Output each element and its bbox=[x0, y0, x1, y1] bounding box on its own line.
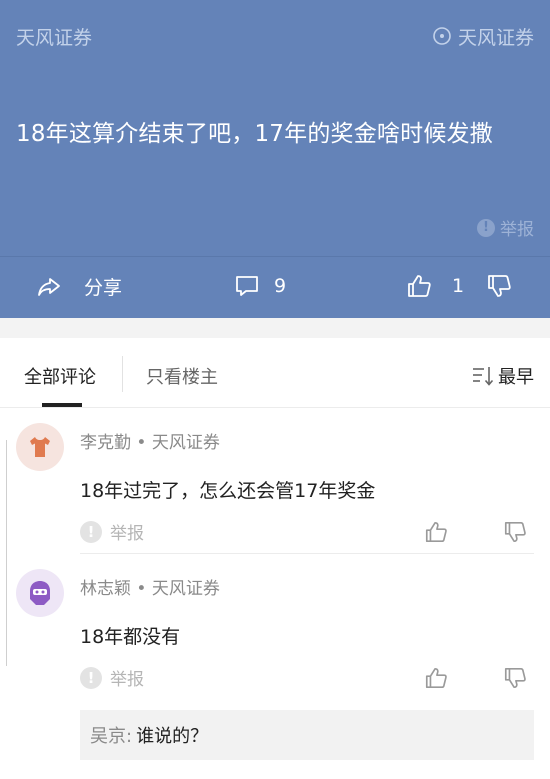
company-tag-label: 天风证券 bbox=[457, 26, 534, 49]
active-tab-indicator bbox=[42, 403, 82, 407]
tshirt-icon bbox=[30, 437, 50, 457]
like-count: 1 bbox=[452, 275, 465, 297]
ninja-avatar-icon bbox=[30, 581, 50, 605]
share-button[interactable]: 分享 bbox=[36, 273, 122, 300]
comment-text: 18年过完了，怎么还会管17年奖金 bbox=[80, 480, 376, 502]
sort-label: 最早 bbox=[498, 367, 534, 388]
sort-icon bbox=[473, 367, 494, 386]
comment-tabs: 全部评论 只看楼主 最早 bbox=[0, 338, 550, 408]
comment-author[interactable]: 李克勤 • 天风证券 bbox=[80, 428, 220, 453]
post-report-label: 举报 bbox=[500, 220, 534, 240]
comment-report-label: 举报 bbox=[110, 524, 144, 544]
thumbs-up-icon[interactable] bbox=[424, 666, 448, 690]
section-gap bbox=[0, 318, 550, 338]
thumbs-down-icon[interactable] bbox=[503, 666, 527, 690]
reply-box[interactable]: 吴京: 谁说的？ bbox=[80, 710, 534, 760]
exclamation-icon: ! bbox=[477, 218, 495, 237]
exclamation-icon: ! bbox=[80, 520, 102, 543]
thumbs-down-icon[interactable] bbox=[486, 273, 512, 299]
reply-author[interactable]: 吴京: bbox=[90, 722, 132, 748]
comment-count: 9 bbox=[274, 275, 287, 297]
post-action-bar: 分享 9 1 bbox=[0, 256, 550, 318]
post-report-button[interactable]: ! 举报 bbox=[477, 215, 534, 240]
comment-report-button[interactable]: ! 举报 bbox=[80, 519, 144, 544]
thumbs-up-icon[interactable] bbox=[406, 273, 432, 299]
post-header: 天风证券 天风证券 bbox=[16, 22, 534, 50]
share-label: 分享 bbox=[84, 277, 123, 299]
avatar[interactable] bbox=[16, 569, 64, 617]
thumbs-down-icon[interactable] bbox=[503, 520, 527, 544]
comment-divider bbox=[80, 553, 534, 554]
scroll-indicator bbox=[6, 440, 7, 666]
tab-divider bbox=[122, 356, 123, 392]
exclamation-icon: ! bbox=[80, 666, 102, 689]
target-icon bbox=[433, 27, 451, 45]
comment-icon bbox=[236, 276, 258, 296]
comment-text: 18年都没有 bbox=[80, 626, 181, 648]
thumbs-up-icon[interactable] bbox=[424, 520, 448, 544]
company-tag[interactable]: 天风证券 bbox=[432, 23, 534, 50]
tab-all-comments[interactable]: 全部评论 bbox=[24, 363, 96, 389]
post-card: 天风证券 天风证券 18年这算介结束了吧，17年的奖金啥时候发撒 ! 举报 分享… bbox=[0, 0, 550, 318]
comment-report-label: 举报 bbox=[110, 670, 144, 690]
post-like-group: 1 bbox=[406, 273, 512, 299]
tab-owner-only[interactable]: 只看楼主 bbox=[146, 363, 218, 389]
comment-count-button[interactable]: 9 bbox=[234, 273, 286, 299]
avatar[interactable] bbox=[16, 423, 64, 471]
post-text: 18年这算介结束了吧，17年的奖金啥时候发撒 bbox=[16, 121, 493, 147]
reply-text: 谁说的？ bbox=[136, 726, 209, 747]
comment-author[interactable]: 林志颖 • 天风证券 bbox=[80, 574, 220, 599]
sort-button[interactable]: 最早 bbox=[472, 363, 534, 389]
company-name[interactable]: 天风证券 bbox=[16, 23, 92, 50]
share-icon bbox=[38, 277, 60, 296]
comment-report-button[interactable]: ! 举报 bbox=[80, 665, 144, 690]
